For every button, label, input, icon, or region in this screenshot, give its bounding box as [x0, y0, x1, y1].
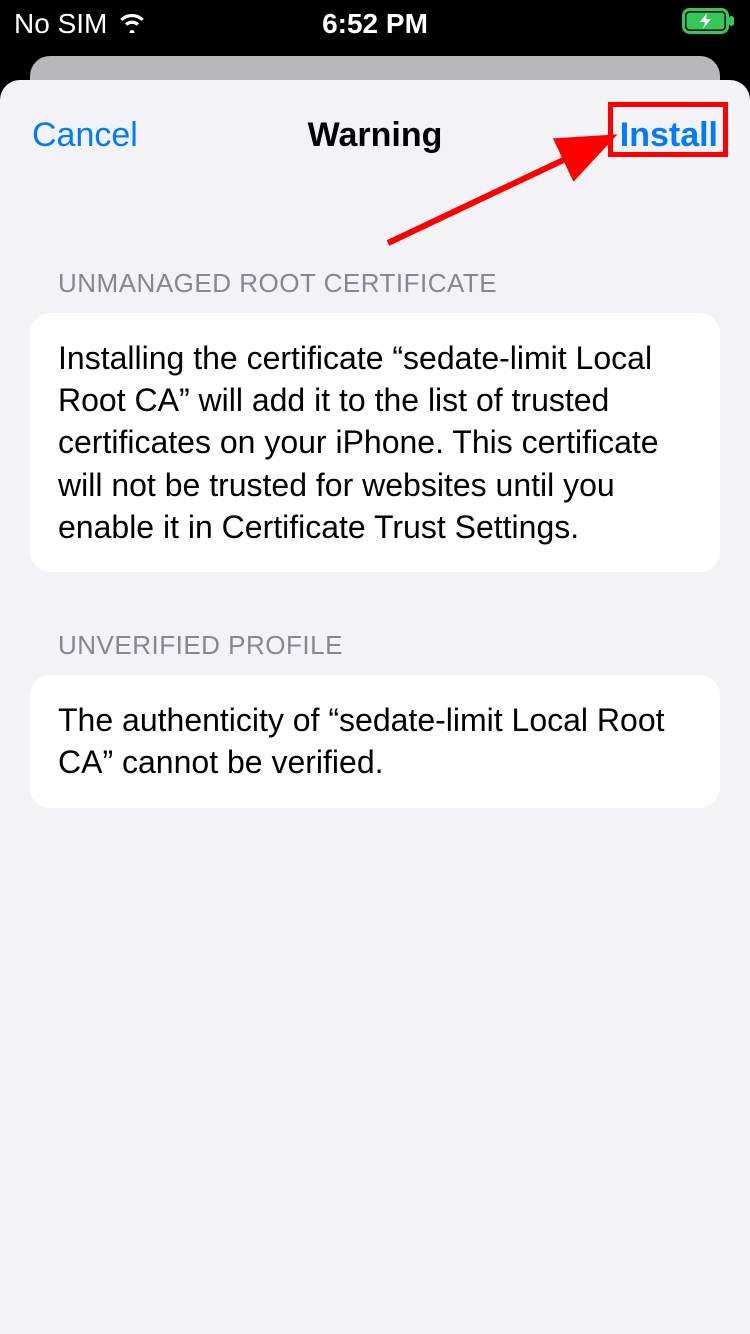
section-header-unverified: UNVERIFIED PROFILE	[30, 572, 720, 675]
text-unverified: The authenticity of “sedate-limit Local …	[58, 699, 692, 783]
page-title: Warning	[308, 116, 443, 155]
section-header-root-cert: UNMANAGED ROOT CERTIFICATE	[30, 190, 720, 313]
carrier-text: No SIM	[14, 8, 107, 40]
cancel-button[interactable]: Cancel	[32, 116, 138, 155]
wifi-icon	[117, 8, 147, 40]
install-button[interactable]: Install	[620, 116, 718, 155]
status-right	[682, 8, 736, 41]
content-area: UNMANAGED ROOT CERTIFICATE Installing th…	[0, 190, 750, 808]
nav-bar: Cancel Warning Install	[0, 80, 750, 190]
card-unverified: The authenticity of “sedate-limit Local …	[30, 675, 720, 807]
modal-sheet: Cancel Warning Install UNMANAGED ROOT CE…	[0, 80, 750, 1334]
card-root-cert: Installing the certificate “sedate-limit…	[30, 313, 720, 572]
status-bar: No SIM 6:52 PM	[0, 0, 750, 48]
battery-charging-icon	[682, 8, 736, 41]
status-left: No SIM	[14, 8, 147, 40]
status-time: 6:52 PM	[322, 8, 428, 40]
text-root-cert: Installing the certificate “sedate-limit…	[58, 337, 692, 548]
